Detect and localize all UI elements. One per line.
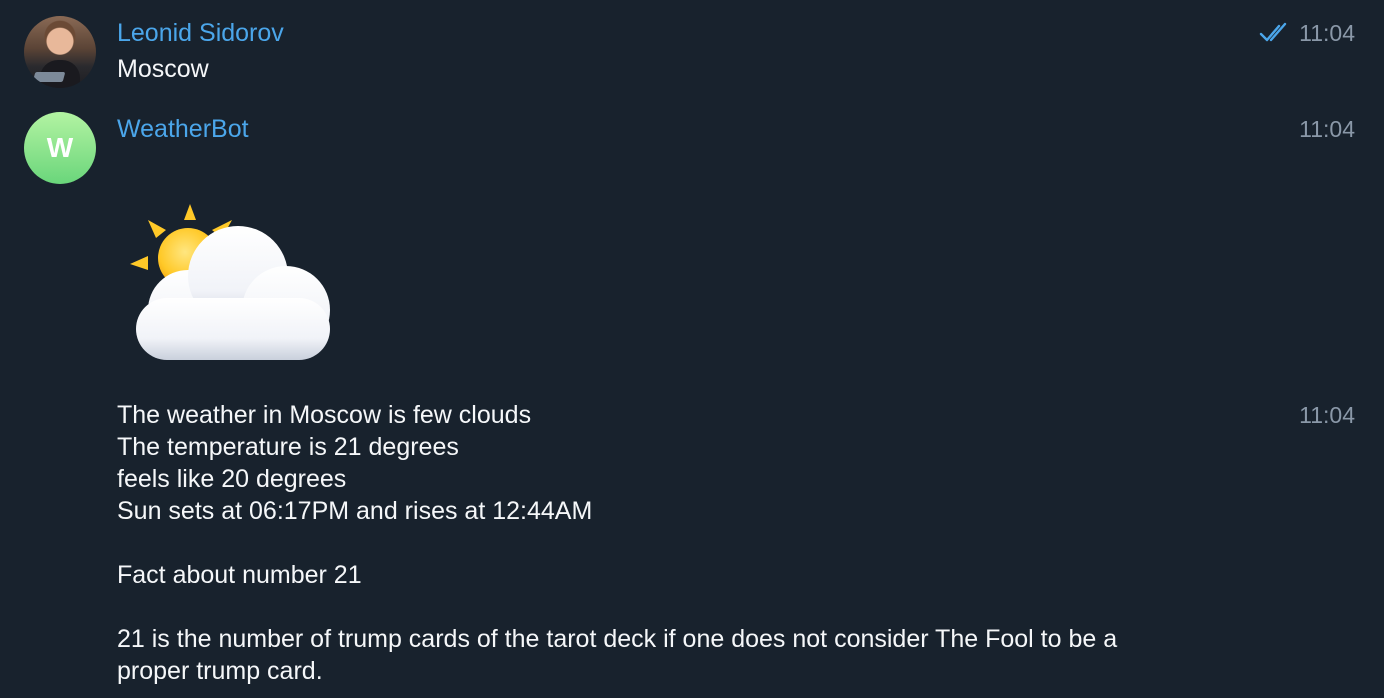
avatar-laptop — [32, 72, 66, 82]
sun-behind-cloud-icon[interactable] — [126, 198, 338, 368]
message-time: 11:04 — [1299, 402, 1355, 428]
weather-report-text: The weather in Moscow is few clouds The … — [117, 401, 1118, 685]
sender-name[interactable]: Leonid Sidorov — [117, 17, 284, 49]
message-time: 11:04 — [1299, 20, 1355, 46]
avatar-weatherbot[interactable]: W — [24, 112, 96, 184]
avatar-leonid-sidorov[interactable] — [24, 16, 96, 88]
message-time: 11:04 — [1299, 116, 1355, 142]
chat-history: Leonid Sidorov Moscow 11:04 W WeatherBot… — [0, 0, 1384, 698]
double-check-icon — [1259, 22, 1287, 42]
sender-name[interactable]: WeatherBot — [117, 113, 249, 145]
message-text: Moscow — [117, 55, 209, 83]
